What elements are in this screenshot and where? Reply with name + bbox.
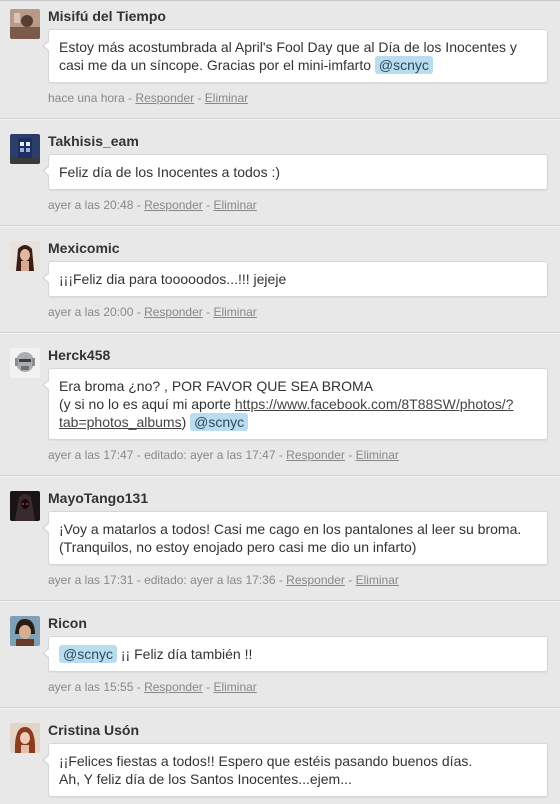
comment-body: Era broma ¿no? , POR FAVOR QUE SEA BROMA… [42,368,548,440]
external-link-continued[interactable]: tab=photos_albums [59,414,182,430]
comment-text: Ah, Y feliz día de los Santos Inocentes.… [59,771,352,787]
comment-text: Era broma ¿no? , POR FAVOR QUE SEA BROMA [59,378,374,394]
meta-separator: - [133,680,145,694]
meta-separator: - [124,91,136,105]
comment-body: Estoy más acostumbrada al April's Fool D… [42,29,548,83]
comment-time: hace una hora [48,91,125,105]
avatar-image [10,616,40,646]
meta-separator: - [133,573,145,587]
comment-meta: ayer a las 20:00 - Responder - Eliminar [48,305,257,319]
comment-text: Estoy más acostumbrada al April's Fool D… [59,39,517,73]
top-border [0,0,560,1]
avatar[interactable] [10,616,40,646]
comment-time: ayer a las 20:00 [48,305,134,319]
meta-separator: - [133,448,145,462]
avatar-image [10,723,40,753]
avatar[interactable] [10,348,40,378]
comment-time: ayer a las 15:55 [48,680,134,694]
comment-author[interactable]: Mexicomic [48,240,120,256]
comment-text: Feliz día de los Inocentes a todos :) [59,164,281,180]
comment-author[interactable]: Misifú del Tiempo [48,8,166,24]
comment-text: ¡¡Felices fiestas a todos!! Espero que e… [59,753,473,769]
reply-link[interactable]: Responder [144,680,203,694]
meta-separator: - [202,680,214,694]
comment-text: ¡¡ Feliz día también !! [117,646,253,662]
comment-divider [0,118,560,120]
avatar-image [10,9,40,39]
comment-author[interactable]: Takhisis_eam [48,133,139,149]
meta-separator: - [194,91,205,105]
comment-body: ¡Voy a matarlos a todos! Casi me cago en… [42,511,548,565]
avatar[interactable] [10,241,40,271]
comment-meta: ayer a las 17:31 - editado: ayer a las 1… [48,573,399,587]
comment-meta: ayer a las 17:47 - editado: ayer a las 1… [48,448,399,462]
comment-author[interactable]: MayoTango131 [48,490,148,506]
comment-time: ayer a las 20:48 [48,198,134,212]
avatar-image [10,348,40,378]
comment-meta: hace una hora - Responder - Eliminar [48,91,248,105]
comment-author[interactable]: Cristina Usón [48,722,139,738]
avatar[interactable] [10,134,40,164]
meta-separator: - [133,198,145,212]
meta-separator: - [275,573,287,587]
reply-link[interactable]: Responder [144,305,203,319]
comment-divider [0,225,560,227]
comment-time: ayer a las 17:47 [48,448,134,462]
mention-tag[interactable]: @scnyc [59,645,117,663]
comment-text-part: (y si no lo es aquí mi aporte [59,396,235,412]
meta-separator: - [133,305,145,319]
comment-text: ¡Voy a matarlos a todos! Casi me cago en… [59,521,522,537]
comment-body: @scnyc ¡¡ Feliz día también !! [42,636,548,672]
comment-meta: ayer a las 20:48 - Responder - Eliminar [48,198,257,212]
avatar[interactable] [10,723,40,753]
comment-body: ¡¡¡Feliz dia para tooooodos...!!! jejeje [42,261,548,297]
reply-link[interactable]: Responder [144,198,203,212]
comment-divider [0,332,560,334]
comment-text: tab=photos_albums) @scnyc [59,413,537,431]
delete-link[interactable]: Eliminar [356,448,399,462]
avatar[interactable] [10,491,40,521]
delete-link[interactable]: Eliminar [205,91,248,105]
comment-divider [0,707,560,709]
meta-separator: - [202,198,214,212]
edited-time: editado: ayer a las 17:47 [144,448,276,462]
meta-separator: - [344,448,356,462]
comment-divider [0,600,560,602]
external-link[interactable]: https://www.facebook.com/8T88SW/photos/? [235,396,514,412]
meta-separator: - [275,448,287,462]
comment-text-part: ) [181,414,187,430]
reply-link[interactable]: Responder [135,91,194,105]
comment-time: ayer a las 17:31 [48,573,134,587]
meta-separator: - [344,573,356,587]
comment-author[interactable]: Herck458 [48,347,110,363]
avatar[interactable] [10,9,40,39]
delete-link[interactable]: Eliminar [213,680,256,694]
avatar-image [10,134,40,164]
mention-tag[interactable]: @scnyc [374,56,433,74]
avatar-image [10,491,40,521]
meta-separator: - [202,305,214,319]
reply-link[interactable]: Responder [286,448,345,462]
comment-body: Feliz día de los Inocentes a todos :) [42,154,548,190]
comment-text: (y si no lo es aquí mi aporte https://ww… [59,395,537,413]
comment-text: (Tranquilos, no estoy enojado pero casi … [59,539,417,555]
reply-link[interactable]: Responder [286,573,345,587]
comment-divider [0,475,560,477]
comment-author[interactable]: Ricon [48,615,87,631]
comment-meta: ayer a las 15:55 - Responder - Eliminar [48,680,257,694]
delete-link[interactable]: Eliminar [356,573,399,587]
edited-time: editado: ayer a las 17:36 [144,573,276,587]
comment-text: ¡¡¡Feliz dia para tooooodos...!!! jejeje [59,271,287,287]
avatar-image [10,241,40,271]
delete-link[interactable]: Eliminar [213,198,256,212]
delete-link[interactable]: Eliminar [213,305,256,319]
comment-body: ¡¡Felices fiestas a todos!! Espero que e… [42,743,548,797]
mention-tag[interactable]: @scnyc [190,413,249,431]
